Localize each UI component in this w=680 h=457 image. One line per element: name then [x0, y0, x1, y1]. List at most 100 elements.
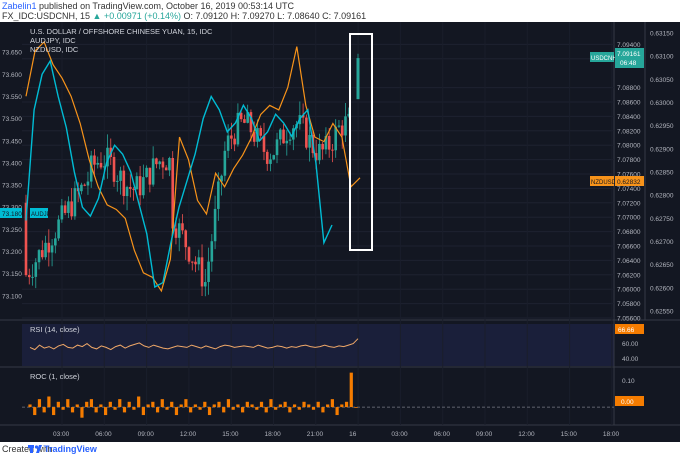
symbol-name: FX_IDC:USDCNH, 15: [2, 11, 91, 21]
candle-body: [155, 158, 158, 165]
rsi-tick-label: 60.00: [622, 341, 639, 348]
roc-bar: [165, 407, 169, 410]
roc-bar: [75, 404, 79, 408]
roc-bar: [335, 407, 339, 416]
candle-body: [194, 261, 197, 265]
audjpy-last-label: AUDJPY: [31, 212, 55, 218]
roc-bar: [118, 399, 122, 408]
nzdusd-tick-label: 0.63050: [650, 77, 674, 84]
nzdusd-tick-label: 0.63000: [650, 100, 674, 107]
right-tick-label: 7.08600: [617, 100, 641, 107]
roc-bar: [89, 399, 94, 408]
roc-bar: [354, 407, 358, 408]
candle-body: [44, 242, 47, 258]
candle-body: [168, 158, 171, 171]
candle-body: [54, 238, 57, 246]
roc-bar: [217, 401, 221, 408]
candle-body: [305, 117, 308, 148]
right-tick-label: 7.08200: [617, 128, 641, 135]
time-tick-label: 15:00: [561, 431, 578, 438]
candle-body: [197, 257, 201, 265]
nzdusd-tick-label: 0.63150: [650, 31, 674, 38]
roc-bar: [349, 372, 353, 408]
usdcnh-last-value: 7.09161: [617, 51, 641, 58]
candle-body: [288, 139, 292, 141]
candle-body: [200, 257, 204, 287]
candle-body: [213, 208, 217, 242]
roc-bar: [193, 404, 197, 408]
candle-body: [73, 188, 77, 217]
candle-body: [27, 275, 31, 278]
chart-svg[interactable]: U.S. DOLLAR / OFFSHORE CHINESE YUAN, 15,…: [0, 22, 680, 442]
publish-header: Zabelin1 published on TradingView.com, O…: [0, 0, 680, 22]
candle-body: [99, 162, 103, 168]
candle-body: [57, 219, 60, 239]
roc-bar: [28, 404, 32, 408]
right-tick-label: 7.06800: [617, 229, 641, 236]
left-tick-label: 73.500: [2, 116, 22, 123]
roc-bar: [203, 401, 207, 408]
roc-bar: [302, 401, 306, 408]
candle-body: [337, 125, 341, 127]
candle-body: [151, 158, 155, 185]
roc-bar: [344, 401, 349, 408]
footer: Created with TradingView: [0, 442, 680, 457]
roc-bar: [274, 407, 278, 410]
candle-body: [142, 177, 145, 196]
right-tick-label: 7.05600: [617, 316, 641, 323]
candle-body: [67, 201, 70, 213]
roc-bar: [85, 401, 89, 408]
roc-last-value: 0.00: [621, 399, 634, 406]
candle-body: [41, 250, 44, 258]
rsi-last-value: 66.66: [618, 327, 635, 334]
roc-bar: [198, 407, 202, 410]
roc-bar: [108, 401, 112, 408]
candle-body: [112, 156, 116, 182]
candle-body: [334, 126, 337, 151]
roc-bar: [66, 399, 70, 408]
time-tick-label: 18:00: [265, 431, 282, 438]
roc-bar: [264, 407, 268, 413]
publish-info: published on TradingView.com, October 16…: [36, 1, 295, 11]
candle-body: [138, 176, 142, 196]
right-tick-label: 7.08800: [617, 85, 641, 92]
roc-bar: [42, 407, 46, 413]
candle-body: [34, 262, 38, 277]
change-value: ▲ +0.00971 (+0.14%): [92, 11, 182, 21]
right-tick-label: 7.07800: [617, 157, 641, 164]
chart-area[interactable]: U.S. DOLLAR / OFFSHORE CHINESE YUAN, 15,…: [0, 22, 680, 442]
roc-bar: [292, 404, 297, 408]
roc-bar: [94, 407, 98, 413]
tradingview-brand[interactable]: TradingView: [44, 444, 97, 454]
nzdusd-line: [25, 40, 361, 293]
candle-body: [233, 138, 236, 145]
roc-bar: [70, 407, 75, 413]
candle-body: [285, 140, 289, 144]
candle-body: [262, 135, 266, 152]
candle-body: [230, 135, 233, 139]
candle-body: [47, 242, 51, 253]
candle-body: [86, 181, 90, 186]
time-tick-label: 12:00: [518, 431, 535, 438]
time-tick-label: 06:00: [434, 431, 451, 438]
right-tick-label: 7.07200: [617, 200, 641, 207]
roc-bar: [184, 399, 188, 408]
candle-body: [164, 167, 168, 171]
left-tick-label: 73.150: [2, 271, 22, 278]
roc-bar: [326, 404, 330, 408]
candle-body: [210, 241, 214, 262]
roc-bar: [226, 399, 231, 408]
nzdusd-tick-label: 0.62700: [650, 239, 674, 246]
roc-bar: [255, 407, 259, 410]
audjpy-last-value: 73.180: [2, 211, 22, 218]
right-tick-label: 7.09400: [617, 42, 641, 49]
author-link[interactable]: Zabelin1: [2, 1, 37, 11]
rsi-band: [22, 324, 614, 366]
legend-audjpy: AUDJPY, IDC: [30, 36, 76, 45]
roc-bar: [122, 407, 127, 413]
candle-body: [31, 276, 34, 278]
roc-bar: [137, 396, 141, 408]
roc-bar: [297, 407, 301, 410]
usdcnh-last-label: USDCNH: [591, 56, 617, 62]
candle-body: [318, 143, 321, 161]
